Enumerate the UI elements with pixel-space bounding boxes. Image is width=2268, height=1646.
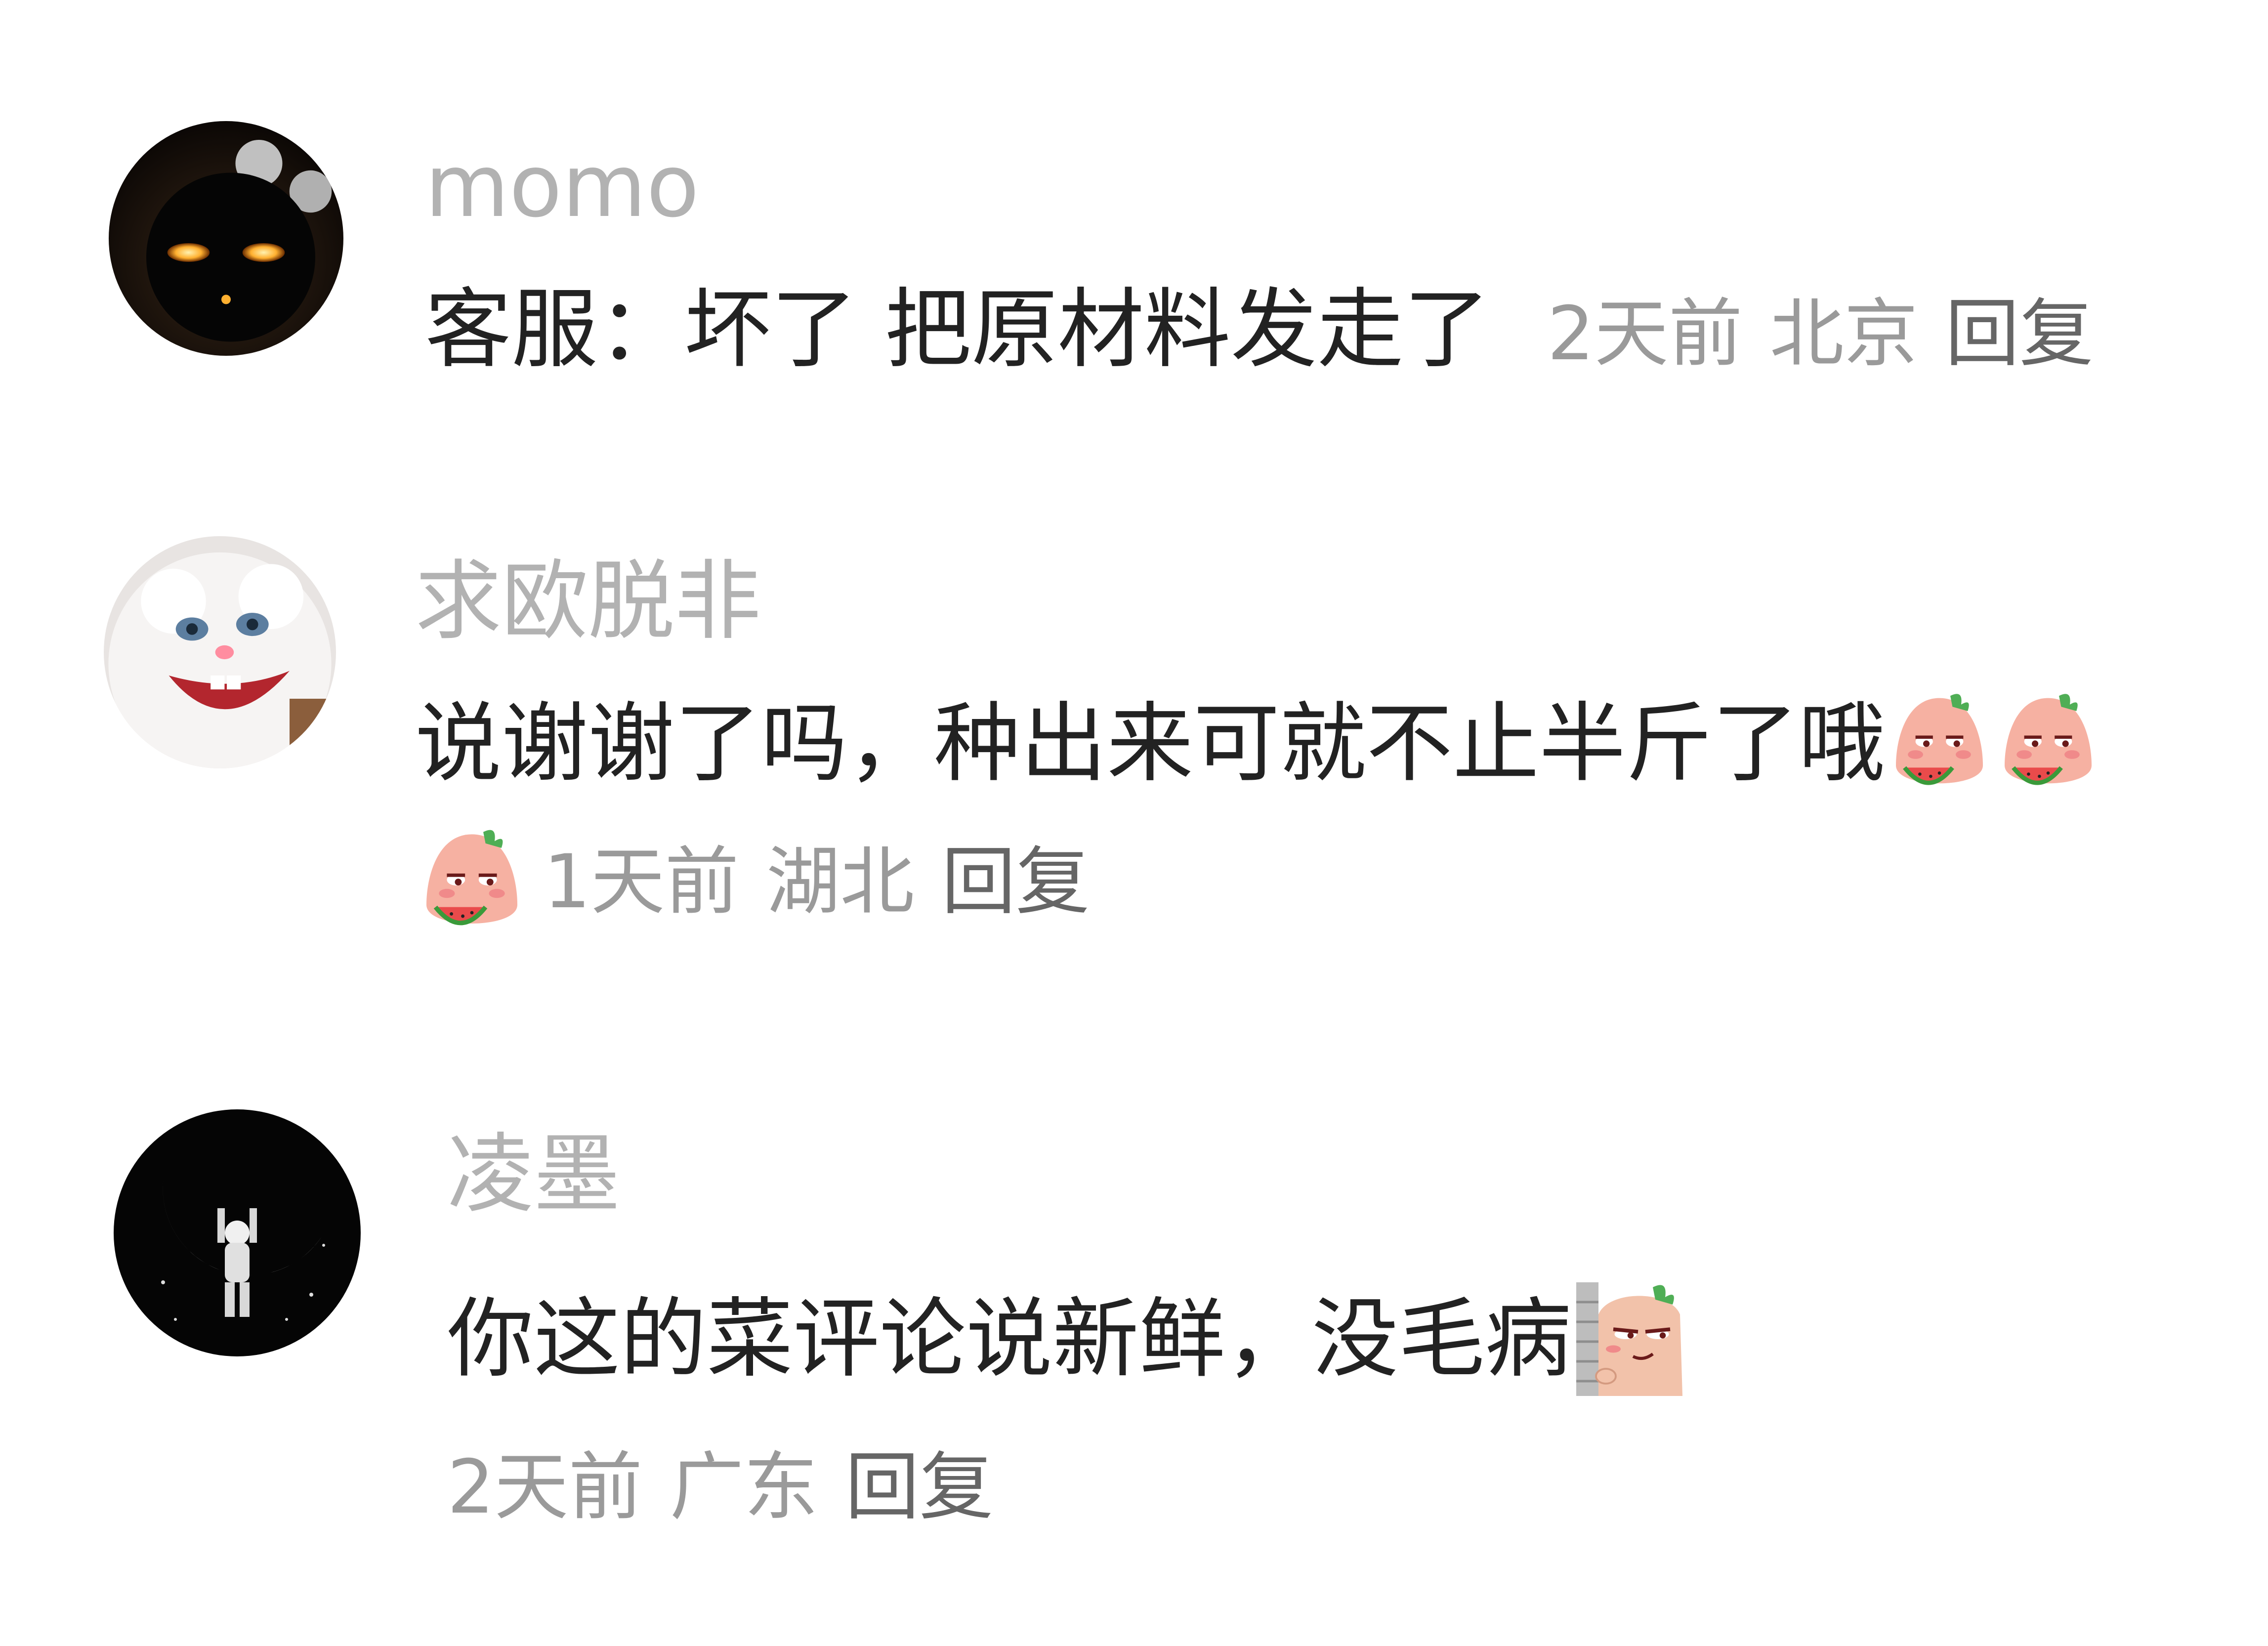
avatar[interactable]	[114, 1109, 361, 1356]
watermelon-eating-emoji-icon	[415, 825, 529, 939]
peeking-behind-wall-emoji-icon	[1571, 1277, 1695, 1401]
comment-text: 你这的菜评论说新鲜，没毛病	[447, 1289, 1571, 1390]
comment-location: 湖北	[766, 839, 915, 925]
comment-time: 2天前	[1547, 291, 1743, 377]
comment-username[interactable]: 求欧脱非	[415, 558, 761, 645]
comment-page: { "comments": [ { "username": "momo", "t…	[0, 0, 2268, 1646]
reply-button[interactable]: 回复	[941, 845, 1090, 919]
comment-text: 客服：坏了 把原材料发走了	[425, 280, 1490, 380]
comment-text-row: 客服：坏了 把原材料发走了 2天前 北京 回复	[425, 287, 2094, 373]
comment-time: 1天前	[544, 839, 739, 925]
dark-mouse-glowing-eyes-avatar-icon	[109, 121, 343, 356]
astronaut-holding-moon-avatar-icon	[114, 1109, 361, 1356]
comment-meta: 1天前 湖北 回复	[415, 825, 1090, 939]
watermelon-eating-emoji-icon	[1994, 689, 2102, 798]
comment-text: 说谢谢了吗，种出来可就不止半斤了哦	[415, 693, 1885, 794]
comment-time: 2天前	[447, 1444, 643, 1530]
comment-location: 广东	[670, 1444, 818, 1530]
comment-location: 北京	[1769, 291, 1918, 377]
reply-button[interactable]: 回复	[1945, 291, 2094, 377]
comment-username[interactable]: 凌墨	[447, 1132, 620, 1218]
watermelon-eating-emoji-icon	[1885, 689, 1994, 798]
avatar[interactable]	[109, 121, 343, 356]
comment-text-row: 你这的菜评论说新鲜，没毛病	[447, 1277, 1695, 1401]
white-rabbit-snowball-avatar-icon	[104, 536, 336, 768]
avatar[interactable]	[104, 536, 336, 768]
comment-username[interactable]: momo	[425, 143, 699, 230]
comment-meta: 2天前 广东 回复	[447, 1450, 993, 1524]
reply-button[interactable]: 回复	[845, 1444, 993, 1530]
comment-text-row: 说谢谢了吗，种出来可就不止半斤了哦	[415, 689, 2102, 798]
